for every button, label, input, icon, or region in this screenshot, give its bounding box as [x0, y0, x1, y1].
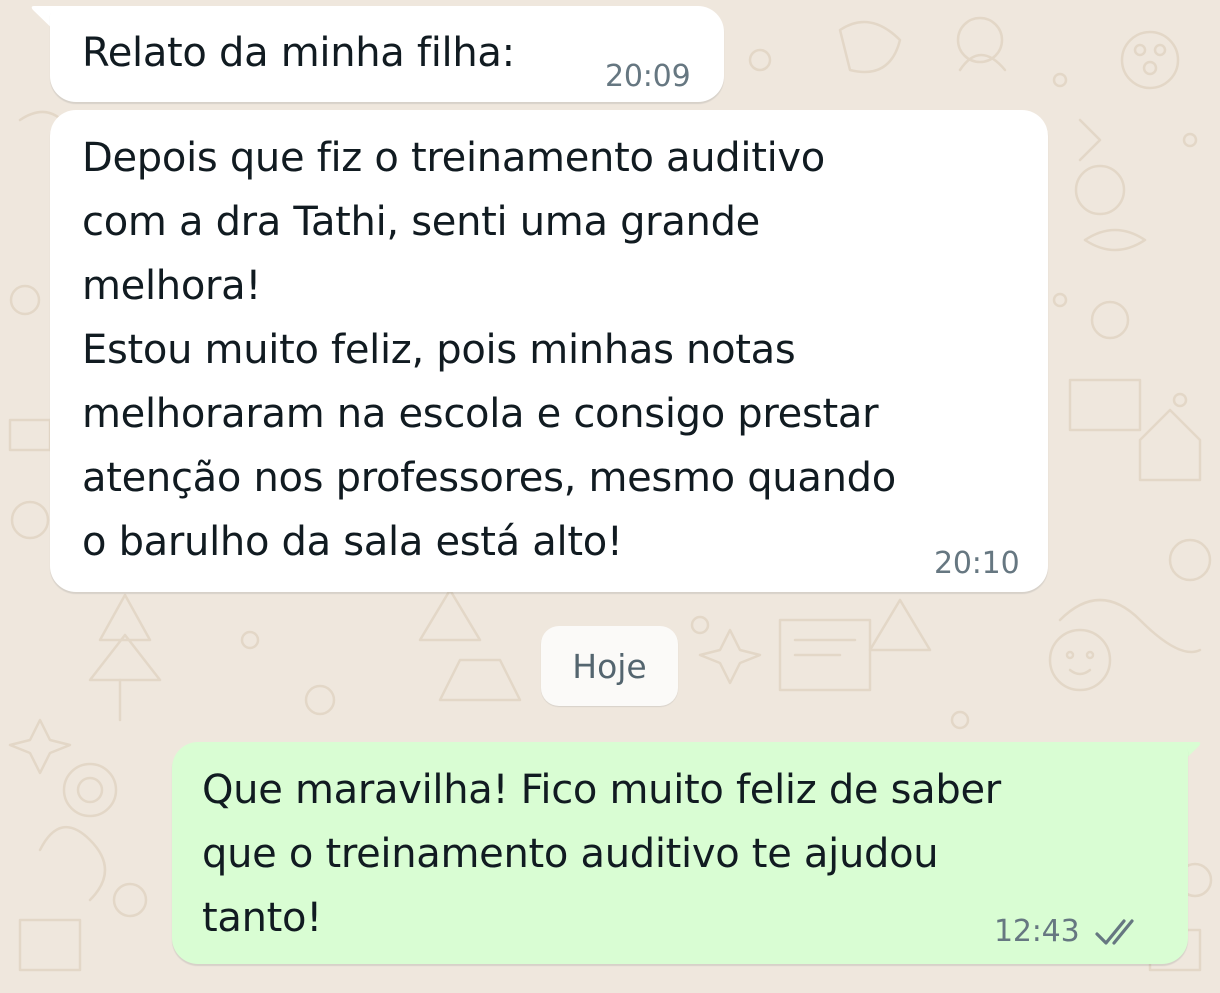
date-separator: Hoje	[541, 626, 678, 706]
message-timestamp: 20:10	[934, 546, 1020, 581]
double-check-icon	[1095, 919, 1134, 945]
message-timestamp: 12:43	[994, 914, 1080, 949]
message-text: Que maravilha! Fico muito feliz de saber…	[202, 767, 1001, 941]
message-text: Depois que fiz o treinamento auditivo co…	[82, 135, 896, 565]
message-timestamp: 20:09	[605, 59, 691, 94]
incoming-message-bubble[interactable]: Relato da minha filha: 20:09	[50, 6, 724, 102]
incoming-message-bubble[interactable]: Depois que fiz o treinamento auditivo co…	[50, 110, 1048, 592]
outgoing-message-bubble[interactable]: Que maravilha! Fico muito feliz de saber…	[172, 742, 1188, 964]
message-text: Relato da minha filha:	[82, 30, 515, 76]
